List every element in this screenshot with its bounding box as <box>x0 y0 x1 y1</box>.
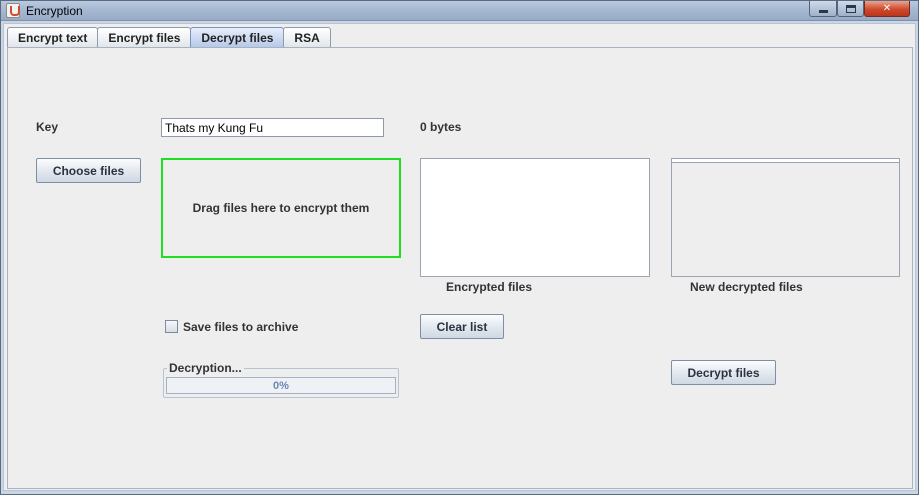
client-area: Encrypt text Encrypt files Decrypt files… <box>3 23 916 491</box>
main-window: Encryption ✕ Encrypt text Encrypt files … <box>0 0 919 495</box>
progress-group-title: Decryption... <box>167 361 244 375</box>
tab-encrypt-text[interactable]: Encrypt text <box>7 27 99 47</box>
minimize-button[interactable] <box>809 1 837 17</box>
save-archive-label[interactable]: Save files to archive <box>183 320 298 334</box>
encrypted-files-list[interactable] <box>420 158 650 277</box>
tab-rsa[interactable]: RSA <box>283 27 331 47</box>
clear-list-button[interactable]: Clear list <box>420 314 504 339</box>
tab-encrypt-files[interactable]: Encrypt files <box>97 27 192 47</box>
decryption-progress-bar: 0% <box>166 377 396 394</box>
size-label: 0 bytes <box>420 120 462 134</box>
tab-bar: Encrypt text Encrypt files Decrypt files… <box>7 27 331 47</box>
file-drop-zone[interactable]: Drag files here to encrypt them <box>161 158 401 258</box>
tab-decrypt-files[interactable]: Decrypt files <box>190 27 285 47</box>
decrypt-files-panel: Key 0 bytes Choose files Drag files here… <box>7 47 913 489</box>
list-header-line <box>672 159 899 163</box>
close-icon: ✕ <box>882 3 892 14</box>
close-button[interactable]: ✕ <box>864 1 910 17</box>
maximize-button[interactable] <box>837 1 864 17</box>
java-cup-icon <box>6 3 20 18</box>
decryption-progress-group: Decryption... 0% <box>163 361 399 398</box>
encrypted-files-label: Encrypted files <box>446 280 533 294</box>
title-bar[interactable]: Encryption ✕ <box>1 1 918 21</box>
maximize-icon <box>845 4 856 13</box>
new-decrypted-files-list[interactable] <box>671 158 900 277</box>
key-label: Key <box>36 120 59 134</box>
progress-text: 0% <box>273 379 289 392</box>
key-input[interactable] <box>161 118 384 137</box>
drop-zone-text: Drag files here to encrypt them <box>192 201 370 215</box>
minimize-icon <box>818 10 828 13</box>
decrypt-files-button[interactable]: Decrypt files <box>671 360 776 385</box>
choose-files-button[interactable]: Choose files <box>36 158 141 183</box>
window-title: Encryption <box>26 4 83 18</box>
save-archive-checkbox[interactable] <box>165 320 178 333</box>
new-decrypted-files-label: New decrypted files <box>690 280 803 294</box>
